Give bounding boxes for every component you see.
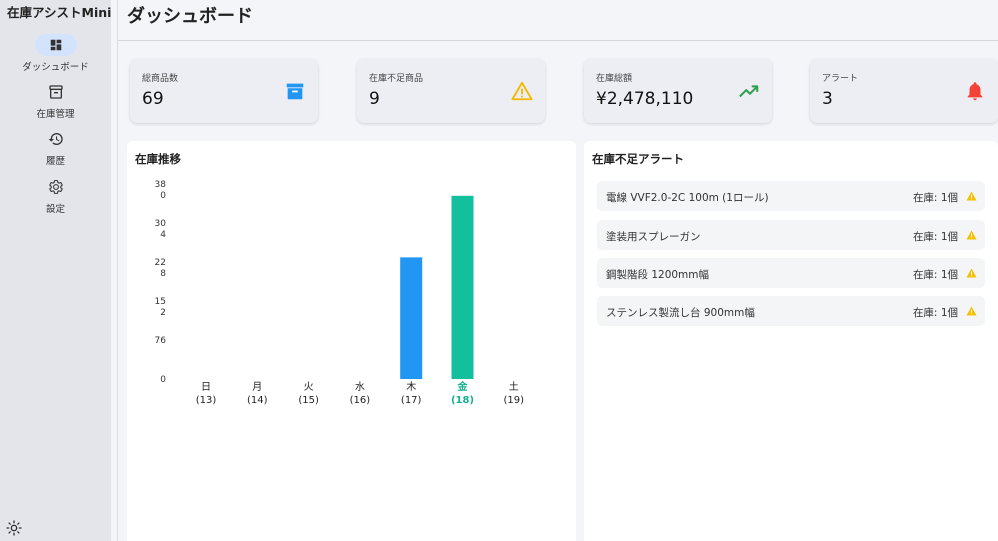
chart-bar [400,257,423,379]
sidebar-item-label: ダッシュボード [22,62,89,73]
trending-up-icon [739,85,759,98]
warning-icon [966,268,977,278]
stat-value: 9 [369,89,380,109]
stat-card-total-products: 総商品数 69 [130,59,318,123]
archive-icon [286,83,304,100]
alert-item[interactable]: 鋼製階段 1200mm幅 在庫: 1個 [597,258,985,288]
sidebar-item-history[interactable]: 履歴 [0,128,111,167]
x-tick-label: 月 (14) [247,382,268,406]
x-tick-label: 金 (18) [450,382,475,406]
bell-icon [967,82,983,101]
app-title: 在庫アシストMini [7,5,112,20]
alert-stock-count: 在庫: 1個 [912,192,958,204]
panel-title: 在庫不足アラート [592,152,684,166]
sidebar-item-inventory[interactable]: 在庫管理 [0,81,111,120]
page-title: ダッシュボード [127,6,253,27]
warning-icon [966,230,977,240]
stat-value: 3 [822,89,833,109]
alert-product-name: 電線 VVF2.0-2C 100m (1ロール) [606,192,769,204]
stat-label: 総商品数 [142,74,179,84]
x-tick-label: 日 (13) [195,382,217,406]
alert-stock-count: 在庫: 1個 [912,269,958,281]
alert-item[interactable]: ステンレス製流し台 900mm幅 在庫: 1個 [597,296,985,326]
stat-card-stock-value: 在庫総額 ¥2,478,110 [584,59,772,123]
trend-panel: 在庫推移 38 0 30 4 22 8 15 2 76 0 日 (13) 月 (14) 火 (… [127,141,576,541]
stat-label: アラート [822,74,859,84]
sidebar-item-label: 設定 [45,204,65,215]
chart-bar [451,195,474,379]
archive-icon [48,85,63,99]
stat-card-alerts: アラート 3 [810,59,998,123]
stat-value: ¥2,478,110 [596,89,694,109]
x-tick-label: 木 (17) [400,382,422,406]
stat-card-low-stock: 在庫不足商品 9 [357,59,545,123]
sidebar-item-label: 在庫管理 [36,109,75,120]
header-divider [118,40,998,41]
stat-label: 在庫不足商品 [369,74,424,84]
warning-icon [511,81,533,101]
alert-stock-count: 在庫: 1個 [912,307,958,319]
sidebar-item-dashboard[interactable]: ダッシュボード [0,34,111,73]
alert-product-name: 塗装用スプレーガン [606,231,701,243]
alert-product-name: 鋼製階段 1200mm幅 [606,269,710,281]
alert-item[interactable]: 電線 VVF2.0-2C 100m (1ロール) 在庫: 1個 [597,181,985,211]
dashboard-icon [50,39,61,51]
alerts-panel: 在庫不足アラート 電線 VVF2.0-2C 100m (1ロール) 在庫: 1個… [584,141,998,541]
alert-item[interactable]: 塗装用スプレーガン 在庫: 1個 [597,220,985,250]
sun-icon[interactable] [6,520,22,536]
stat-label: 在庫総額 [596,74,633,84]
warning-icon [966,191,977,201]
x-tick-label: 水 (16) [349,382,371,406]
alert-product-name: ステンレス製流し台 900mm幅 [606,307,755,319]
x-tick-label: 火 (15) [298,382,319,406]
sidebar-item-label: 履歴 [45,156,65,167]
gear-icon [48,180,63,194]
stat-value: 69 [142,89,164,109]
warning-icon [966,306,977,316]
sidebar: 在庫アシストMini ダッシュボード 在庫管理 履歴 設定 [0,0,111,541]
history-icon [48,133,63,145]
alert-stock-count: 在庫: 1個 [912,231,958,243]
x-tick-label: 土 (19) [503,382,525,406]
sidebar-item-settings[interactable]: 設定 [0,176,111,215]
sidebar-divider [117,0,118,541]
